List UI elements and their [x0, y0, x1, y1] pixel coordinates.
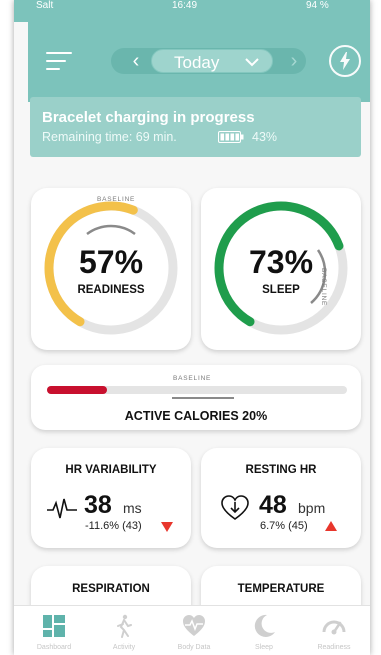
- resting-hr-value: 48: [259, 491, 287, 519]
- status-bar: Salt 16:49 94 %: [14, 0, 370, 22]
- calories-progress-fill: [47, 386, 107, 394]
- respiration-title: RESPIRATION: [72, 583, 150, 595]
- calories-label: ACTIVE CALORIES: [124, 409, 239, 423]
- carrier-label: Salt: [36, 0, 54, 11]
- status-time: 16:49: [172, 0, 198, 11]
- tab-activity[interactable]: Activity: [89, 606, 159, 655]
- next-day-button[interactable]: ›: [283, 48, 305, 74]
- hr-variability-card[interactable]: HR VARIABILITY 38 ms -11.6% (43): [31, 448, 191, 548]
- tab-readiness[interactable]: Readiness: [299, 606, 369, 655]
- date-label: Today: [174, 53, 220, 72]
- chevron-down-icon: [245, 58, 259, 67]
- resting-hr-title: RESTING HR: [245, 464, 317, 476]
- tab-label: Activity: [112, 644, 136, 651]
- readiness-label: READINESS: [77, 284, 145, 296]
- active-calories-card[interactable]: BASELINE ACTIVE CALORIES 20%: [31, 365, 361, 430]
- tab-sleep[interactable]: Sleep: [229, 606, 299, 655]
- calories-progress-track: [47, 386, 347, 394]
- trend-up-icon: [325, 521, 337, 531]
- calories-caption: ACTIVE CALORIES 20%: [31, 409, 361, 423]
- tab-label: Sleep: [255, 644, 273, 651]
- battery-percent: 43%: [252, 130, 278, 144]
- date-selector: ‹ Today ›: [111, 48, 306, 74]
- resting-hr-card[interactable]: RESTING HR 48 bpm 6.7% (45): [201, 448, 361, 548]
- baseline-label: BASELINE: [173, 375, 212, 382]
- tab-label: Body Data: [177, 644, 211, 651]
- menu-line: [46, 68, 60, 70]
- charge-button[interactable]: [329, 45, 361, 77]
- menu-button[interactable]: [46, 50, 72, 72]
- heart-rate-icon: [183, 615, 205, 636]
- readiness-card[interactable]: BASELINE 57% READINESS: [31, 188, 191, 350]
- tab-label: Readiness: [317, 644, 351, 651]
- moon-icon: [254, 614, 275, 637]
- bottom-tab-bar: Dashboard Activity Body Data Sleep Readi…: [14, 605, 370, 655]
- menu-line: [46, 52, 72, 54]
- tab-dashboard[interactable]: Dashboard: [19, 606, 89, 655]
- lightning-icon: [340, 52, 350, 70]
- remaining-time: Remaining time: 69 min.: [42, 130, 177, 144]
- date-dropdown[interactable]: Today: [151, 49, 273, 73]
- app-frame: Salt 16:49 94 % ‹ Today › Bracelet charg…: [14, 0, 370, 655]
- banner-title: Bracelet charging in progress: [42, 109, 255, 126]
- baseline-label: BASELINE: [97, 196, 136, 203]
- calories-value: 20%: [242, 409, 268, 423]
- tab-label: Dashboard: [36, 644, 72, 651]
- temperature-title: TEMPERATURE: [237, 583, 325, 595]
- sleep-label: SLEEP: [262, 284, 300, 296]
- hrv-change: -11.6% (43): [85, 520, 142, 532]
- top-header: ‹ Today ›: [28, 22, 370, 102]
- battery-icon: [218, 131, 244, 143]
- previous-day-button[interactable]: ‹: [125, 48, 147, 74]
- dashboard-icon: [43, 615, 65, 637]
- trend-down-icon: [161, 522, 173, 532]
- baseline-arc: [86, 224, 136, 236]
- gauge-icon: [322, 620, 346, 635]
- status-battery: 94 %: [306, 0, 329, 11]
- resting-hr-unit: bpm: [298, 500, 326, 516]
- resting-hr-change: 6.7% (45): [260, 520, 308, 532]
- activity-icon: [117, 614, 132, 638]
- heart-down-icon: [221, 495, 249, 520]
- heartbeat-icon: [47, 498, 77, 519]
- sleep-value: 73%: [248, 244, 314, 280]
- tab-body-data[interactable]: Body Data: [159, 606, 229, 655]
- readiness-value: 57%: [78, 244, 144, 280]
- hrv-title: HR VARIABILITY: [65, 464, 157, 476]
- charging-banner: Bracelet charging in progress Remaining …: [30, 97, 361, 157]
- baseline-marker: [172, 397, 234, 399]
- hrv-unit: ms: [123, 500, 142, 516]
- hrv-value: 38: [84, 491, 112, 519]
- menu-line: [46, 60, 66, 62]
- sleep-card[interactable]: BASELINE 73% SLEEP: [201, 188, 361, 350]
